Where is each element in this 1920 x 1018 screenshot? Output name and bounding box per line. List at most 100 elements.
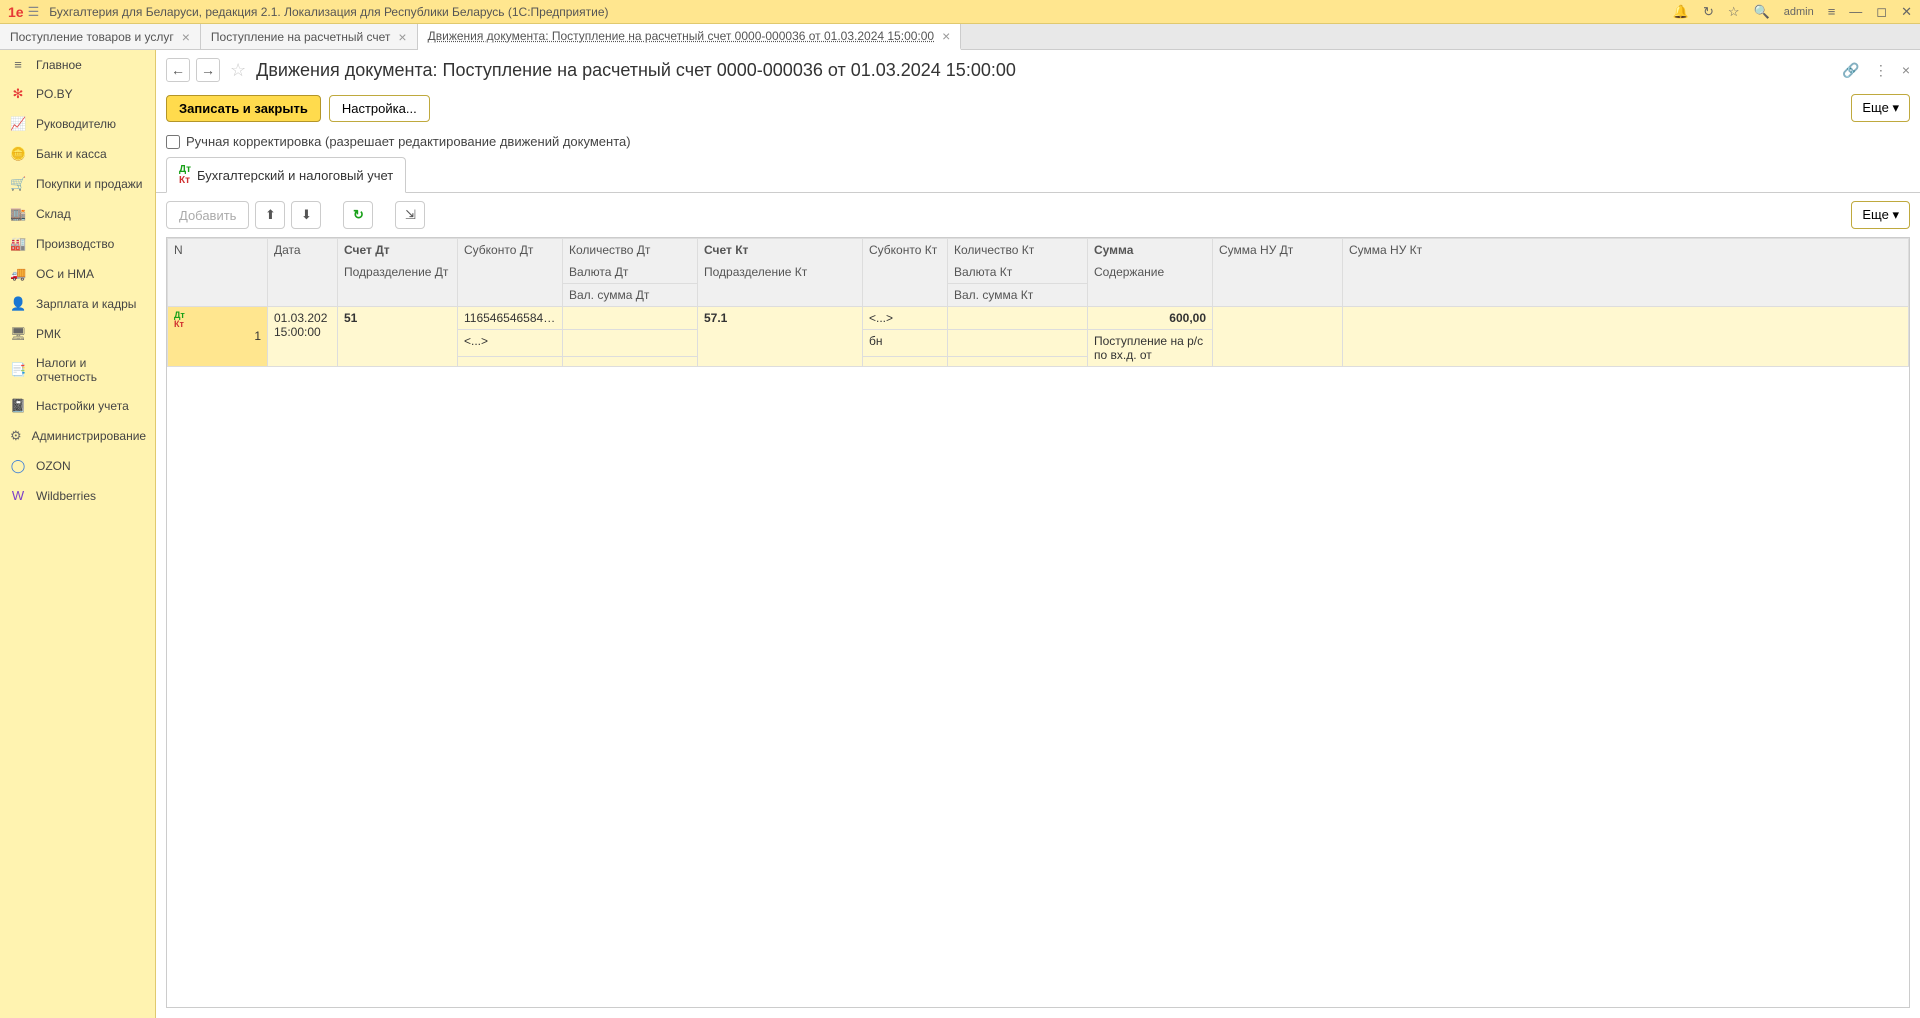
tab-document-movements[interactable]: Движения документа: Поступление на расче… [418, 24, 962, 50]
settings-button[interactable]: Настройка... [329, 95, 430, 122]
tab-bank-receipt[interactable]: Поступление на расчетный счет × [201, 24, 418, 49]
sidebar-item-assets[interactable]: 🚚ОС и НМА [0, 259, 155, 289]
sidebar-item-salary[interactable]: 👤Зарплата и кадры [0, 289, 155, 319]
th-valsum-dt[interactable]: Вал. сумма Дт [563, 284, 698, 307]
move-down-button[interactable]: ⬇ [291, 201, 321, 229]
search-icon[interactable]: 🔍 [1754, 4, 1770, 20]
cell-valsum-dt[interactable] [563, 356, 698, 366]
close-icon[interactable]: × [942, 28, 950, 44]
favorite-icon[interactable]: ☆ [230, 60, 246, 81]
register-icon: 🖥 [10, 326, 26, 342]
tab-goods-receipt[interactable]: Поступление товаров и услуг × [0, 24, 201, 49]
th-subdept-dt[interactable]: Подразделение Дт [338, 261, 458, 307]
close-window-icon[interactable]: ✕ [1901, 4, 1912, 20]
cell-acc-kt[interactable]: 57.1 [698, 307, 863, 367]
table-row[interactable]: ДтКт 1 01.03.202 15:00:00 51 11654654658… [168, 307, 1909, 330]
minimize-icon[interactable]: — [1849, 4, 1862, 19]
cell-sub-dt-3[interactable] [458, 356, 563, 366]
th-n[interactable]: N [168, 239, 268, 307]
tab-label: Поступление на расчетный счет [211, 30, 391, 44]
save-close-button[interactable]: Записать и закрыть [166, 95, 321, 122]
dtkt-icon: ДтКт [174, 311, 261, 329]
maximize-icon[interactable]: ◻ [1876, 4, 1887, 20]
th-cur-kt[interactable]: Валюта Кт [948, 261, 1088, 284]
cell-acc-dt[interactable]: 51 [338, 307, 458, 367]
sidebar-item-label: Банк и касса [36, 147, 107, 161]
sidebar-item-ozon[interactable]: ◯OZON [0, 451, 155, 481]
sidebar-item-accounting-settings[interactable]: 📓Настройки учета [0, 391, 155, 421]
cell-sub-dt-1[interactable]: 116546546584… [458, 307, 563, 330]
close-icon[interactable]: × [182, 29, 190, 45]
th-content[interactable]: Содержание [1088, 261, 1213, 307]
sidebar-item-label: Покупки и продажи [36, 177, 143, 191]
history-icon[interactable]: ↻ [1703, 4, 1714, 20]
cell-sub-kt-1[interactable]: <...> [863, 307, 948, 330]
th-date[interactable]: Дата [268, 239, 338, 307]
th-sub-kt[interactable]: Субконто Кт [863, 239, 948, 307]
cell-nu-dt[interactable] [1213, 307, 1343, 367]
th-acc-kt[interactable]: Счет Кт [698, 239, 863, 262]
tab-accounting[interactable]: ДтКт Бухгалтерский и налоговый учет [166, 157, 406, 193]
cell-sub-kt-2[interactable]: бн [863, 330, 948, 357]
sidebar-item-poby[interactable]: ✻PO.BY [0, 79, 155, 109]
user-label[interactable]: admin [1784, 6, 1814, 18]
link-icon[interactable]: 🔗 [1842, 62, 1859, 79]
cell-sub-dt-2[interactable]: <...> [458, 330, 563, 357]
nav-forward-button[interactable]: → [196, 58, 220, 82]
sidebar-item-main[interactable]: ≡Главное [0, 50, 155, 79]
th-qty-kt[interactable]: Количество Кт [948, 239, 1088, 262]
th-subdept-kt[interactable]: Подразделение Кт [698, 261, 863, 307]
sidebar-item-manager[interactable]: 📈Руководителю [0, 109, 155, 139]
table-wrap[interactable]: N Дата Счет Дт Субконто Дт Количество Дт… [166, 237, 1910, 1008]
add-button[interactable]: Добавить [166, 201, 249, 229]
th-acc-dt[interactable]: Счет Дт [338, 239, 458, 262]
table-more-button[interactable]: Еще ▾ [1851, 201, 1910, 229]
sidebar-item-bank[interactable]: 🪙Банк и касса [0, 139, 155, 169]
th-sum[interactable]: Сумма [1088, 239, 1213, 262]
sidebar-item-warehouse[interactable]: 🏬Склад [0, 199, 155, 229]
factory-icon: 🏭 [10, 236, 26, 252]
star-icon[interactable]: ☆ [1728, 4, 1740, 20]
cell-n[interactable]: ДтКт 1 [168, 307, 268, 367]
sidebar-item-admin[interactable]: ⚙Администрирование [0, 421, 155, 451]
cell-content[interactable]: Поступление на р/с по вх.д. от [1088, 330, 1213, 367]
sidebar-item-manufacturing[interactable]: 🏭Производство [0, 229, 155, 259]
sidebar-item-wildberries[interactable]: WWildberries [0, 481, 155, 510]
more-button[interactable]: Еще ▾ [1851, 94, 1910, 122]
cell-nu-kt[interactable] [1343, 307, 1909, 367]
sidebar-item-taxes[interactable]: 📑Налоги и отчетность [0, 349, 155, 391]
settings-sliders-icon[interactable]: ≡ [1828, 4, 1836, 19]
sidebar-item-label: Wildberries [36, 489, 96, 503]
content: ← → ☆ Движения документа: Поступление на… [156, 50, 1920, 1018]
page-title: Движения документа: Поступление на расче… [256, 60, 1016, 81]
cell-date[interactable]: 01.03.202 15:00:00 [268, 307, 338, 367]
cell-valsum-kt[interactable] [948, 356, 1088, 366]
th-nu-kt[interactable]: Сумма НУ Кт [1343, 239, 1909, 307]
bell-icon[interactable]: 🔔 [1673, 4, 1689, 20]
nav-back-button[interactable]: ← [166, 58, 190, 82]
move-up-button[interactable]: ⬆ [255, 201, 285, 229]
more-vertical-icon[interactable]: ⋮ [1874, 62, 1888, 79]
sidebar-item-sales[interactable]: 🛒Покупки и продажи [0, 169, 155, 199]
cell-qty-kt[interactable] [948, 307, 1088, 330]
more-label: Еще [1862, 207, 1888, 222]
th-sub-dt[interactable]: Субконто Дт [458, 239, 563, 307]
th-nu-dt[interactable]: Сумма НУ Дт [1213, 239, 1343, 307]
export-button[interactable]: ⇲ [395, 201, 425, 229]
sidebar-item-rmk[interactable]: 🖥РМК [0, 319, 155, 349]
poby-icon: ✻ [10, 86, 26, 102]
inner-tabs: ДтКт Бухгалтерский и налоговый учет [156, 157, 1920, 193]
main-menu-icon[interactable]: ☰ [28, 4, 40, 20]
refresh-button[interactable]: ↻ [343, 201, 373, 229]
cell-sum[interactable]: 600,00 [1088, 307, 1213, 330]
th-cur-dt[interactable]: Валюта Дт [563, 261, 698, 284]
cell-cur-dt[interactable] [563, 330, 698, 357]
cell-qty-dt[interactable] [563, 307, 698, 330]
th-qty-dt[interactable]: Количество Дт [563, 239, 698, 262]
close-icon[interactable]: × [1902, 62, 1910, 78]
th-valsum-kt[interactable]: Вал. сумма Кт [948, 284, 1088, 307]
cell-sub-kt-3[interactable] [863, 356, 948, 366]
cell-cur-kt[interactable] [948, 330, 1088, 357]
close-icon[interactable]: × [398, 29, 406, 45]
manual-correction-checkbox[interactable] [166, 135, 180, 149]
